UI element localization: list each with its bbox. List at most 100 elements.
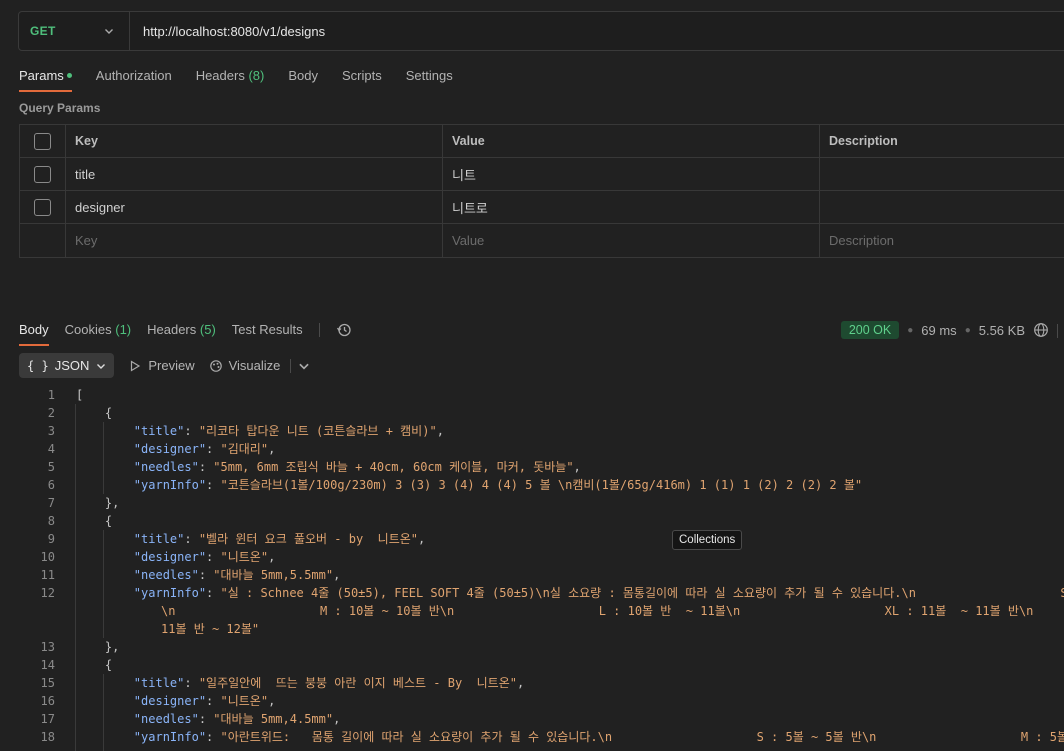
json-string: "김대리" bbox=[220, 442, 269, 456]
separator-dot: ● bbox=[907, 324, 914, 336]
request-tabs: Params Authorization Headers (8) Body Sc… bbox=[19, 68, 453, 92]
code-line: 10 "designer": "니트온", bbox=[0, 548, 1064, 566]
response-size[interactable]: 5.56 KB bbox=[979, 323, 1025, 338]
param-description[interactable] bbox=[820, 158, 1064, 190]
indent-guide bbox=[103, 422, 104, 494]
code-line: 4 "designer": "김대리", bbox=[0, 440, 1064, 458]
line-number: 3 bbox=[47, 424, 55, 438]
code-text: "needles": "대바늘 5mm,5.5mm", bbox=[133, 568, 341, 582]
code-line: 15 "title": "일주일안에 뜨는 붕붕 아란 이지 베스트 - By … bbox=[0, 674, 1064, 692]
divider bbox=[290, 359, 292, 373]
code-line: 17 "needles": "대바늘 5mm,4.5mm", bbox=[0, 710, 1064, 728]
param-value[interactable]: 니트로 bbox=[443, 191, 820, 223]
line-number: 17 bbox=[40, 712, 55, 726]
row-checkbox[interactable] bbox=[34, 165, 51, 183]
body-toolbar: { } JSON Preview Visualize bbox=[19, 353, 311, 378]
param-value[interactable]: 니트 bbox=[443, 158, 820, 190]
code-line: 6 "yarnInfo": "코튼슬라브(1볼/100g/230m) 3 (3)… bbox=[0, 476, 1064, 494]
tab-authorization[interactable]: Authorization bbox=[96, 68, 172, 92]
json-key: "designer" bbox=[133, 550, 207, 564]
tab-headers[interactable]: Headers (8) bbox=[196, 68, 265, 92]
select-all-cell bbox=[20, 125, 66, 157]
punctuation: { bbox=[76, 658, 113, 672]
visualize-button[interactable]: Visualize bbox=[209, 358, 312, 373]
line-number: 12 bbox=[40, 586, 55, 600]
punctuation: , bbox=[333, 712, 341, 726]
tab-label: Settings bbox=[405, 68, 453, 83]
param-description[interactable] bbox=[820, 191, 1064, 223]
tab-label: Params bbox=[19, 68, 64, 83]
code-line: 11볼 반 ~ 12볼" bbox=[0, 620, 1064, 638]
collections-tooltip: Collections bbox=[672, 530, 743, 550]
preview-button[interactable]: Preview bbox=[128, 358, 195, 373]
code-line: 16 "designer": "니트온", bbox=[0, 692, 1064, 710]
tab-scripts[interactable]: Scripts bbox=[342, 68, 382, 92]
code-text: "title": "리코타 탑다운 니트 (코튼슬라브 + 캠비)", bbox=[133, 424, 444, 438]
select-all-checkbox[interactable] bbox=[34, 132, 51, 150]
chevron-down-icon bbox=[105, 29, 113, 34]
json-string: "니트온" bbox=[220, 550, 269, 564]
code-text: 11볼 반 ~ 12볼" bbox=[55, 620, 1064, 638]
json-string-wrap: \n M : 10볼 ~ 10볼 반\n L : 10볼 반 ~ 11볼\n X… bbox=[161, 604, 1034, 618]
method-select[interactable]: GET bbox=[19, 12, 130, 50]
json-string: "벨라 윈터 요크 풀오버 - by 니트온" bbox=[198, 532, 419, 546]
json-key: "title" bbox=[133, 676, 185, 690]
format-label: JSON bbox=[54, 358, 90, 373]
punctuation: , bbox=[418, 532, 426, 546]
response-headers-count: (5) bbox=[199, 322, 216, 337]
line-number: 9 bbox=[47, 532, 55, 546]
punctuation: , bbox=[516, 676, 525, 690]
new-key-input[interactable]: Key bbox=[66, 224, 443, 257]
tab-label: Body bbox=[19, 322, 49, 337]
punctuation: { bbox=[76, 406, 113, 420]
line-number: 10 bbox=[40, 550, 55, 564]
tab-params[interactable]: Params bbox=[19, 68, 72, 92]
code-line: \n M : 10볼 ~ 10볼 반\n L : 10볼 반 ~ 11볼\n X… bbox=[0, 602, 1064, 620]
json-string: "코튼슬라브(1볼/100g/230m) 3 (3) 3 (4) 4 (4) 5… bbox=[220, 478, 863, 492]
json-key: "needles" bbox=[133, 460, 199, 474]
history-icon[interactable] bbox=[336, 322, 352, 338]
json-string: "대바늘 5mm,4.5mm" bbox=[213, 712, 334, 726]
tab-test-results[interactable]: Test Results bbox=[232, 322, 303, 346]
param-key[interactable]: title bbox=[66, 158, 443, 190]
status-badge[interactable]: 200 OK bbox=[840, 321, 900, 339]
chevron-down-icon bbox=[97, 363, 106, 369]
code-text: "yarnInfo": "코튼슬라브(1볼/100g/230m) 3 (3) 3… bbox=[133, 478, 863, 492]
code-line: 14 { bbox=[0, 656, 1064, 674]
tab-response-headers[interactable]: Headers (5) bbox=[147, 322, 216, 346]
tab-label: Headers bbox=[195, 68, 245, 83]
json-string: "일주일안에 뜨는 붕붕 아란 이지 베스트 - By 니트온" bbox=[198, 676, 517, 690]
punctuation: , bbox=[268, 694, 276, 708]
format-select[interactable]: { } JSON bbox=[19, 353, 115, 378]
tab-cookies[interactable]: Cookies (1) bbox=[65, 322, 131, 346]
code-line: 9 "title": "벨라 윈터 요크 풀오버 - by 니트온", bbox=[0, 530, 1064, 548]
line-number: 1 bbox=[47, 388, 55, 402]
tab-body[interactable]: Body bbox=[288, 68, 318, 92]
url-input[interactable]: http://localhost:8080/v1/designs bbox=[130, 24, 325, 39]
chevron-down-icon[interactable] bbox=[297, 359, 311, 373]
line-number: 5 bbox=[47, 460, 55, 474]
tab-response-body[interactable]: Body bbox=[19, 322, 49, 346]
visualize-label: Visualize bbox=[228, 358, 281, 373]
json-key: "yarnInfo" bbox=[133, 478, 207, 492]
visualize-icon bbox=[209, 359, 222, 372]
globe-icon[interactable] bbox=[1033, 322, 1049, 338]
code-text: "designer": "김대리", bbox=[133, 442, 276, 456]
line-number: 4 bbox=[47, 442, 55, 456]
param-key[interactable]: designer bbox=[66, 191, 443, 223]
tab-settings[interactable]: Settings bbox=[406, 68, 453, 92]
separator-dot: ● bbox=[964, 324, 971, 336]
json-string: "리코타 탑다운 니트 (코튼슬라브 + 캠비)" bbox=[198, 424, 437, 438]
line-number: 15 bbox=[40, 676, 55, 690]
new-value-input[interactable]: Value bbox=[443, 224, 820, 257]
response-time[interactable]: 69 ms bbox=[921, 323, 956, 338]
new-description-input[interactable]: Description bbox=[820, 224, 1064, 257]
code-line: 8 { bbox=[0, 512, 1064, 530]
code-text: "yarnInfo": "실 : Schnee 4줄 (50±5), FEEL … bbox=[55, 584, 1064, 602]
play-icon bbox=[131, 359, 141, 372]
row-checkbox[interactable] bbox=[34, 198, 51, 216]
response-body-code[interactable]: 1[2 {3 "title": "리코타 탑다운 니트 (코튼슬라브 + 캠비)… bbox=[0, 386, 1064, 746]
json-key: "title" bbox=[133, 424, 185, 438]
cookies-count: (1) bbox=[115, 322, 132, 337]
query-params-title: Query Params bbox=[19, 101, 101, 115]
